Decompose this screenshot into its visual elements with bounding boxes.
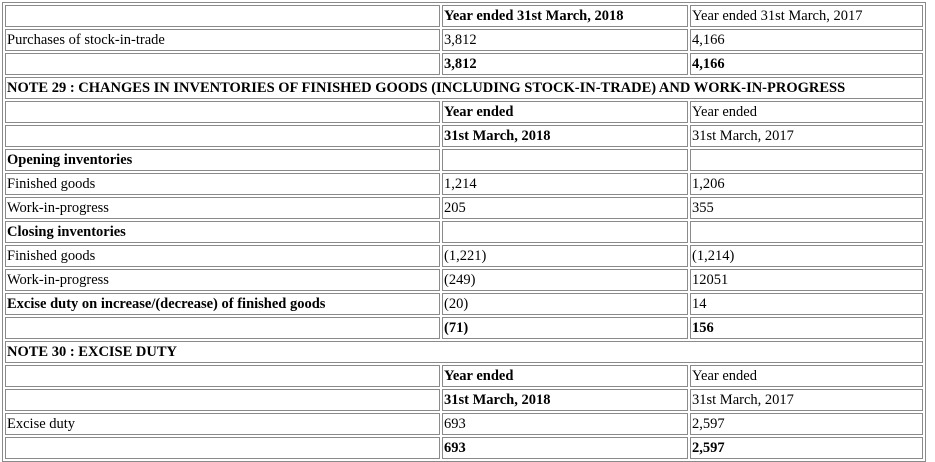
table-row: Work-in-progress (249) 12051 <box>5 269 923 291</box>
note-heading-row: NOTE 29 : CHANGES IN INVENTORIES OF FINI… <box>5 77 923 99</box>
section-row: Opening inventories <box>5 149 923 171</box>
label-cell <box>5 365 440 387</box>
year-2017-header: Year ended <box>690 365 923 387</box>
table-row: Year ended 31st March, 2018 Year ended 3… <box>5 5 923 27</box>
label-cell: Excise duty on increase/(decrease) of fi… <box>5 293 440 315</box>
table-row: Year ended Year ended <box>5 365 923 387</box>
year-2018-header: Year ended <box>442 101 688 123</box>
note-30-heading: NOTE 30 : EXCISE DUTY <box>5 341 923 363</box>
year-2017-header: 31st March, 2017 <box>690 389 923 411</box>
value-2017-cell: 12051 <box>690 269 923 291</box>
label-cell: Work-in-progress <box>5 197 440 219</box>
note-heading-row: NOTE 30 : EXCISE DUTY <box>5 341 923 363</box>
table-row: Finished goods 1,214 1,206 <box>5 173 923 195</box>
value-2018-cell <box>442 149 688 171</box>
label-cell <box>5 437 440 459</box>
year-2017-header: Year ended 31st March, 2017 <box>690 5 923 27</box>
value-2017-cell: 2,597 <box>690 413 923 435</box>
total-2018-cell: (71) <box>442 317 688 339</box>
year-2018-header: Year ended 31st March, 2018 <box>442 5 688 27</box>
table-row: Year ended Year ended <box>5 101 923 123</box>
total-2018-cell: 693 <box>442 437 688 459</box>
value-2017-cell: 1,206 <box>690 173 923 195</box>
total-row: 693 2,597 <box>5 437 923 459</box>
financial-notes-table: Year ended 31st March, 2018 Year ended 3… <box>2 2 926 462</box>
total-row: (71) 156 <box>5 317 923 339</box>
year-2017-header: 31st March, 2017 <box>690 125 923 147</box>
table-row: Excise duty 693 2,597 <box>5 413 923 435</box>
value-2018-cell: 205 <box>442 197 688 219</box>
label-cell <box>5 53 440 75</box>
total-2017-cell: 156 <box>690 317 923 339</box>
note-29-heading: NOTE 29 : CHANGES IN INVENTORIES OF FINI… <box>5 77 923 99</box>
year-2018-header: 31st March, 2018 <box>442 125 688 147</box>
table-row: 31st March, 2018 31st March, 2017 <box>5 125 923 147</box>
label-cell: Finished goods <box>5 245 440 267</box>
value-2018-cell: 3,812 <box>442 29 688 51</box>
label-cell <box>5 5 440 27</box>
value-2018-cell: 1,214 <box>442 173 688 195</box>
section-label: Closing inventories <box>5 221 440 243</box>
label-cell <box>5 389 440 411</box>
table-row: 31st March, 2018 31st March, 2017 <box>5 389 923 411</box>
value-2018-cell: 693 <box>442 413 688 435</box>
label-cell: Purchases of stock-in-trade <box>5 29 440 51</box>
label-cell <box>5 101 440 123</box>
value-2017-cell: 355 <box>690 197 923 219</box>
year-2018-header: Year ended <box>442 365 688 387</box>
label-cell <box>5 125 440 147</box>
value-2017-cell <box>690 221 923 243</box>
value-2018-cell <box>442 221 688 243</box>
value-2018-cell: (1,221) <box>442 245 688 267</box>
section-label: Opening inventories <box>5 149 440 171</box>
value-2018-cell: (20) <box>442 293 688 315</box>
total-row: 3,812 4,166 <box>5 53 923 75</box>
value-2018-cell: (249) <box>442 269 688 291</box>
label-cell: Work-in-progress <box>5 269 440 291</box>
table-row: Finished goods (1,221) (1,214) <box>5 245 923 267</box>
section-row: Closing inventories <box>5 221 923 243</box>
value-2017-cell: 14 <box>690 293 923 315</box>
year-2018-header: 31st March, 2018 <box>442 389 688 411</box>
value-2017-cell: (1,214) <box>690 245 923 267</box>
value-2017-cell <box>690 149 923 171</box>
label-cell: Excise duty <box>5 413 440 435</box>
table-row: Purchases of stock-in-trade 3,812 4,166 <box>5 29 923 51</box>
label-cell: Finished goods <box>5 173 440 195</box>
total-2017-cell: 2,597 <box>690 437 923 459</box>
total-2017-cell: 4,166 <box>690 53 923 75</box>
table-row: Work-in-progress 205 355 <box>5 197 923 219</box>
label-cell <box>5 317 440 339</box>
value-2017-cell: 4,166 <box>690 29 923 51</box>
total-2018-cell: 3,812 <box>442 53 688 75</box>
year-2017-header: Year ended <box>690 101 923 123</box>
table-row: Excise duty on increase/(decrease) of fi… <box>5 293 923 315</box>
